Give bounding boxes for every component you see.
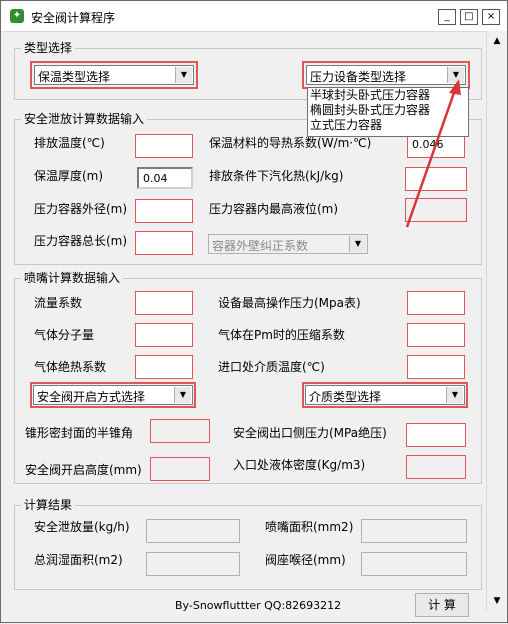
- insulation-thickness-label: 保温厚度(m): [34, 169, 104, 183]
- nozzle-area-output: [361, 519, 467, 543]
- vessel-option[interactable]: 椭圆封头卧式压力容器: [308, 103, 468, 118]
- latent-heat-input[interactable]: [405, 167, 467, 191]
- chevron-down-icon: ▼: [175, 67, 192, 83]
- thermal-conductivity-input[interactable]: 0.046: [407, 134, 465, 158]
- open-height-label: 安全阀开启高度(mm): [25, 463, 142, 477]
- vertical-scrollbar[interactable]: ▲ ▼: [486, 31, 507, 611]
- close-button[interactable]: ×: [482, 9, 500, 25]
- flow-coefficient-input[interactable]: [135, 291, 193, 315]
- molecular-weight-input[interactable]: [135, 323, 193, 347]
- vessel-option[interactable]: 立式压力容器: [308, 118, 468, 133]
- max-pressure-label: 设备最高操作压力(Mpa表): [218, 296, 361, 310]
- insulation-type-combo[interactable]: 保温类型选择 ▼: [34, 65, 194, 85]
- max-level-label: 压力容器内最高液位(m): [209, 202, 339, 216]
- window-title: 安全阀计算程序: [31, 11, 116, 25]
- chevron-down-icon: ▼: [349, 236, 366, 252]
- adiabatic-exponent-label: 气体绝热系数: [34, 360, 107, 374]
- max-level-input[interactable]: [405, 198, 467, 222]
- vessel-option[interactable]: 半球封头卧式压力容器: [308, 88, 468, 103]
- open-height-input[interactable]: [150, 457, 210, 481]
- molecular-weight-label: 气体分子量: [34, 328, 95, 342]
- chevron-down-icon: ▼: [174, 387, 191, 403]
- nozzle-input-title: 喷嘴计算数据输入: [21, 271, 124, 285]
- vessel-type-value: 压力设备类型选择: [310, 70, 407, 84]
- compressibility-input[interactable]: [407, 323, 465, 347]
- adiabatic-exponent-input[interactable]: [135, 355, 193, 379]
- open-mode-value: 安全阀开启方式选择: [37, 390, 146, 404]
- inlet-temp-input[interactable]: [407, 355, 465, 379]
- correction-factor-value: 容器外壁纠正系数: [212, 239, 309, 253]
- chevron-down-icon: ▼: [447, 67, 464, 83]
- open-mode-combo[interactable]: 安全阀开启方式选择 ▼: [33, 385, 193, 405]
- minimize-button[interactable]: _: [438, 9, 456, 25]
- relief-amount-output: [146, 519, 240, 543]
- liquid-density-input[interactable]: [406, 455, 466, 479]
- outlet-pressure-input[interactable]: [406, 423, 466, 447]
- thermal-conductivity-label: 保温材料的导热系数(W/m·℃): [209, 136, 372, 150]
- correction-factor-combo[interactable]: 容器外壁纠正系数 ▼: [208, 234, 368, 254]
- author-credit: By-Snowfluttter QQ:82693212: [175, 599, 342, 612]
- nozzle-area-label: 喷嘴面积(mm2): [265, 520, 354, 534]
- app-window: ✦ 安全阀计算程序 _ □ × 类型选择 保温类型选择 ▼ 压力设备类型选择 ▼…: [0, 0, 508, 623]
- cone-angle-input[interactable]: [150, 419, 210, 443]
- compressibility-label: 气体在Pm时的压缩系数: [218, 328, 345, 342]
- vessel-type-dropdown-list[interactable]: 半球封头卧式压力容器 椭圆封头卧式压力容器 立式压力容器: [307, 87, 469, 137]
- medium-type-combo[interactable]: 介质类型选择 ▼: [305, 385, 465, 405]
- results-title: 计算结果: [21, 498, 76, 512]
- outlet-pressure-label: 安全阀出口侧压力(MPa绝压): [233, 426, 387, 440]
- latent-heat-label: 排放条件下汽化热(kJ/kg): [209, 169, 344, 183]
- relief-amount-label: 安全泄放量(kg/h): [34, 520, 130, 534]
- chevron-down-icon: ▼: [446, 387, 463, 403]
- vessel-length-input[interactable]: [135, 231, 193, 255]
- discharge-temp-label: 排放温度(℃): [34, 136, 105, 150]
- wetted-area-output: [146, 552, 240, 576]
- vessel-type-combo[interactable]: 压力设备类型选择 ▼: [306, 65, 466, 85]
- insulation-type-value: 保温类型选择: [38, 70, 111, 84]
- vessel-length-label: 压力容器总长(m): [34, 234, 128, 248]
- insulation-thickness-input[interactable]: 0.04: [137, 167, 193, 189]
- discharge-temp-input[interactable]: [135, 134, 193, 158]
- vessel-od-label: 压力容器外径(m): [34, 202, 128, 216]
- scroll-down-icon[interactable]: ▼: [489, 593, 505, 609]
- flow-coefficient-label: 流量系数: [34, 296, 83, 310]
- liquid-density-label: 入口处液体密度(Kg/m3): [233, 458, 366, 472]
- inlet-temp-label: 进口处介质温度(℃): [218, 360, 325, 374]
- throat-diameter-output: [361, 552, 467, 576]
- scroll-up-icon[interactable]: ▲: [489, 33, 505, 49]
- cone-angle-label: 锥形密封面的半锥角: [25, 426, 134, 440]
- app-icon: ✦: [10, 9, 24, 23]
- maximize-button[interactable]: □: [460, 9, 478, 25]
- throat-diameter-label: 阀座喉径(mm): [265, 553, 346, 567]
- relief-input-title: 安全泄放计算数据输入: [21, 112, 148, 126]
- max-pressure-input[interactable]: [407, 291, 465, 315]
- medium-type-value: 介质类型选择: [309, 390, 382, 404]
- calculate-button[interactable]: 计 算: [415, 593, 469, 617]
- type-selection-title: 类型选择: [21, 41, 76, 55]
- results-group: 计算结果: [14, 498, 482, 590]
- vessel-od-input[interactable]: [135, 199, 193, 223]
- wetted-area-label: 总润湿面积(m2): [34, 553, 123, 567]
- title-bar: ✦ 安全阀计算程序 _ □ ×: [1, 1, 507, 32]
